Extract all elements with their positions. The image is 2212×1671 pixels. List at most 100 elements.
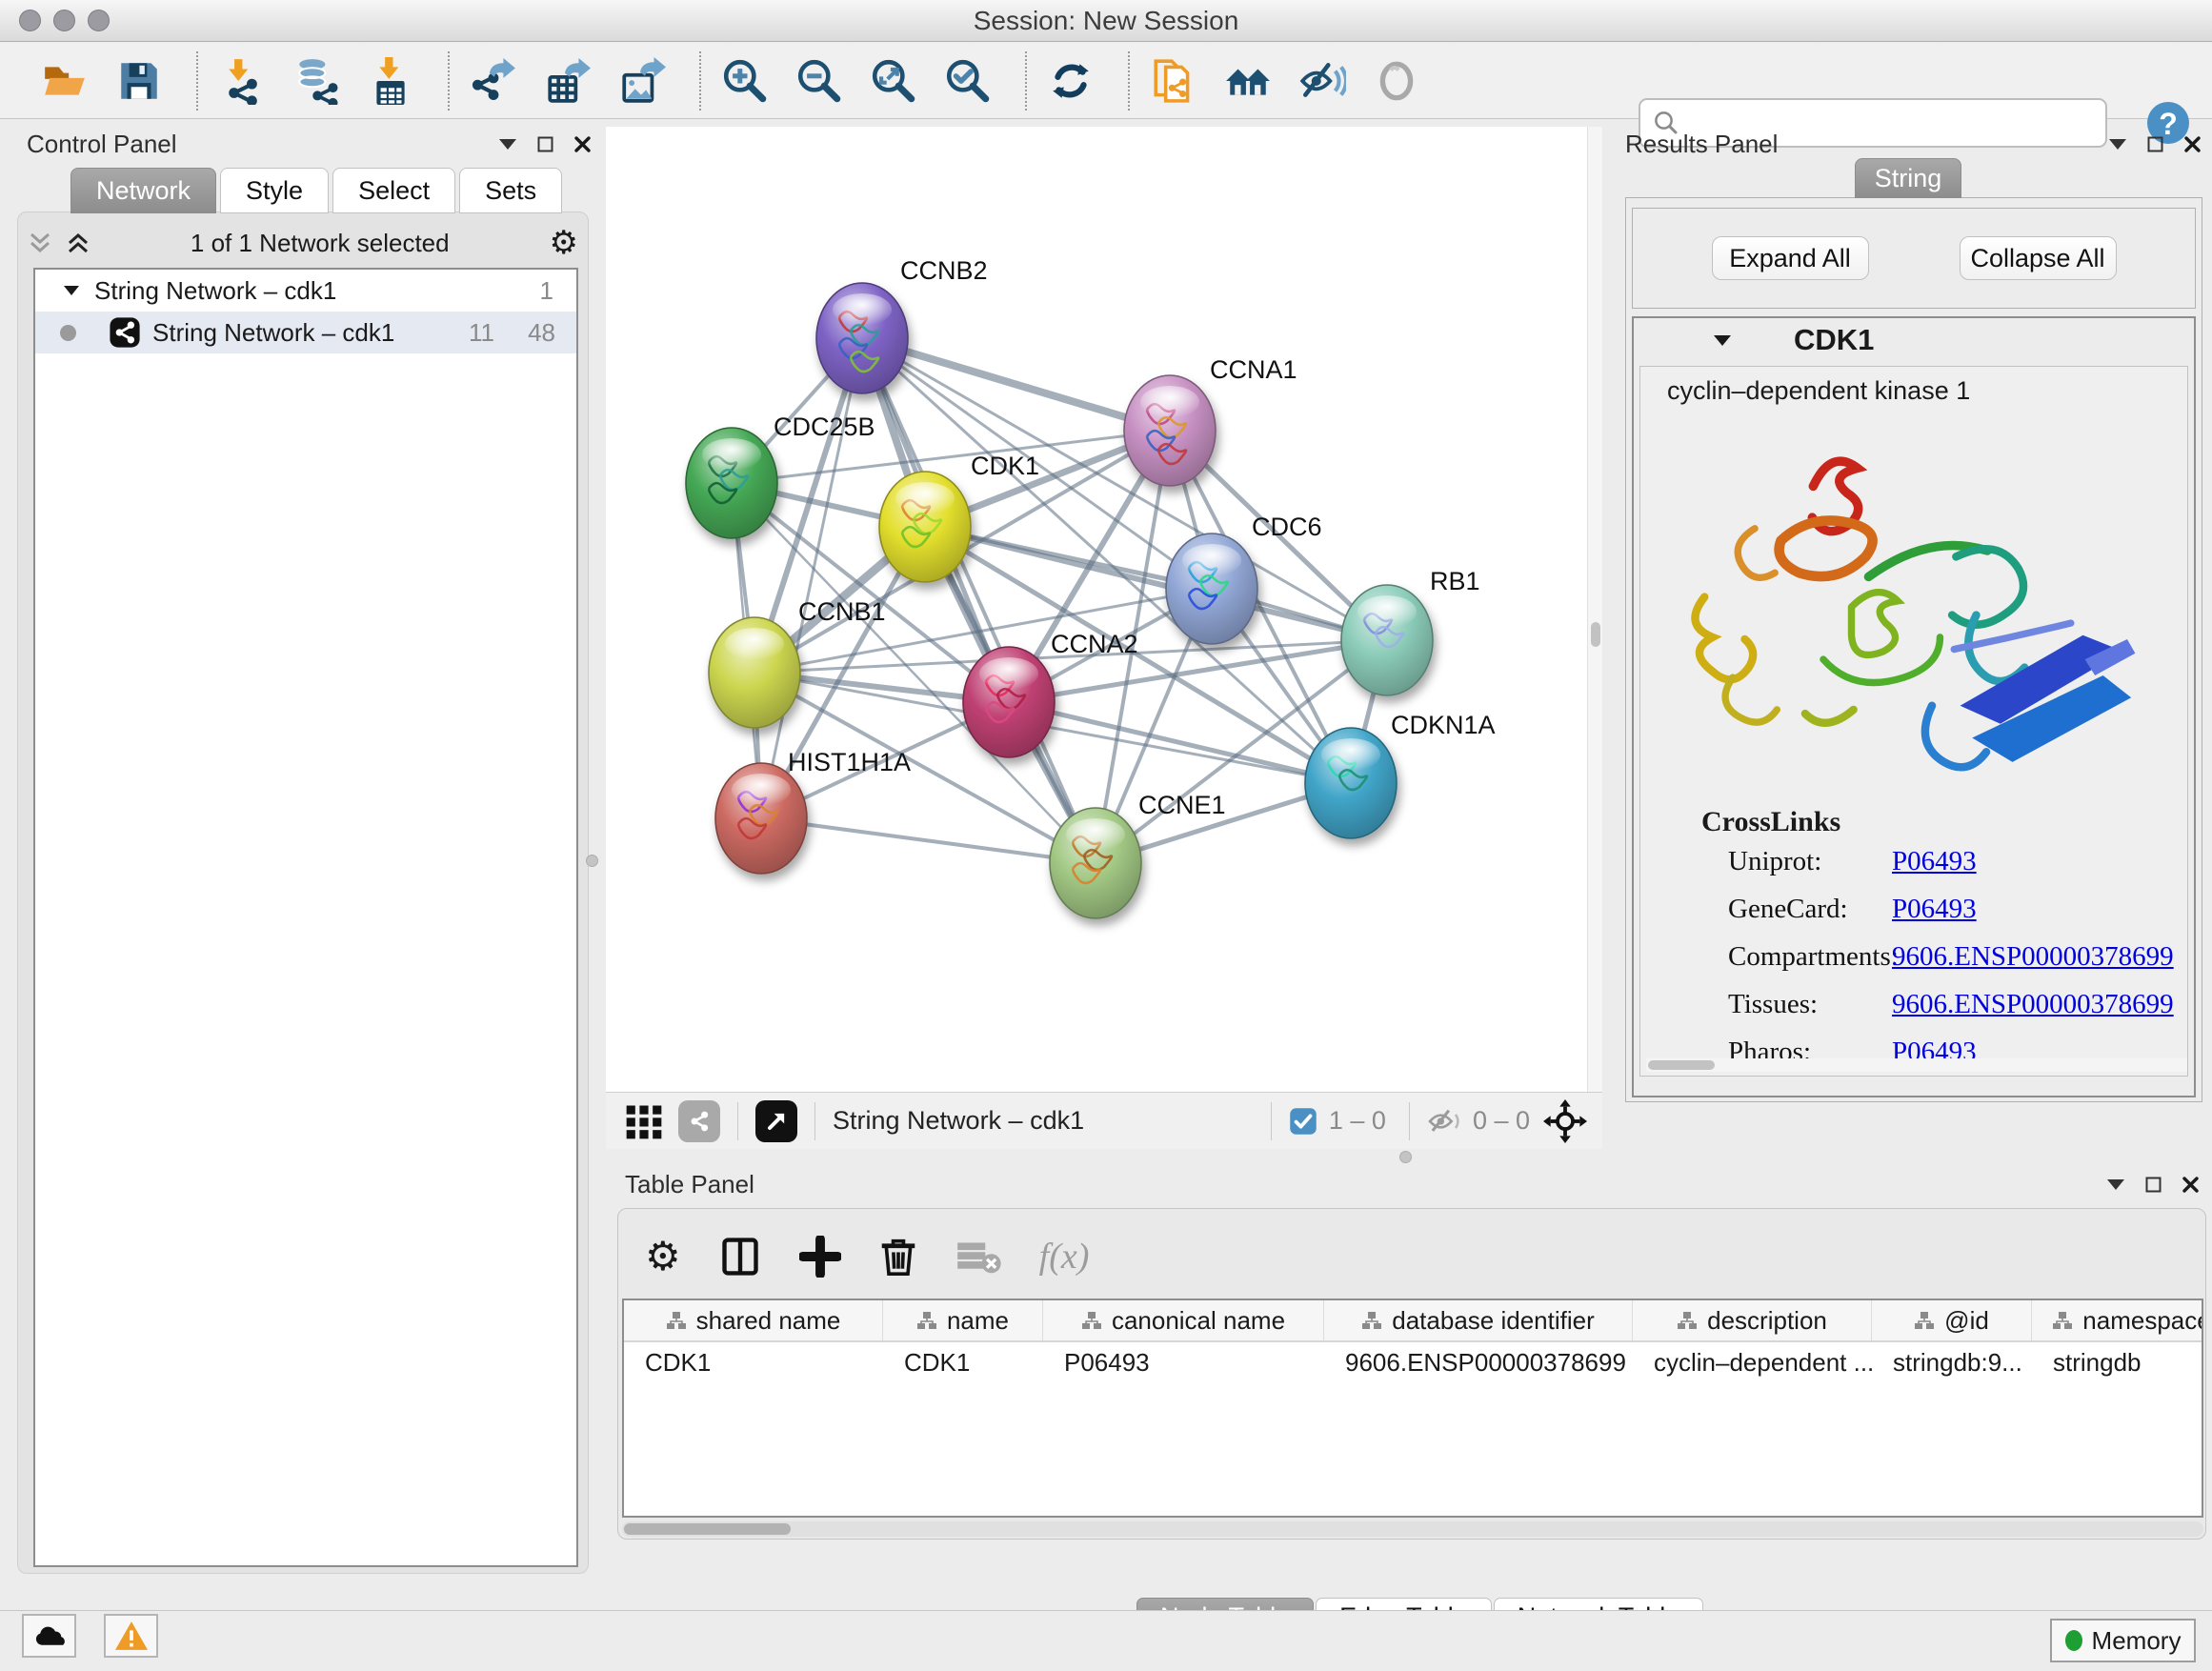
show-appearance-icon[interactable]	[1372, 56, 1421, 106]
table-row[interactable]: CDK1CDK1P064939606.ENSP00000378699cyclin…	[624, 1342, 2202, 1382]
expand-all-icon[interactable]	[66, 232, 90, 254]
save-icon[interactable]	[114, 56, 164, 106]
table-cell[interactable]: stringdb	[2032, 1342, 2203, 1382]
network-node-ccna1[interactable]	[1124, 375, 1216, 486]
crosslink-link[interactable]: P06493	[1892, 846, 1977, 877]
zoom-out-icon[interactable]	[794, 56, 844, 106]
vertical-splitter-handle[interactable]	[586, 855, 598, 867]
export-image-icon[interactable]	[617, 56, 667, 106]
zoom-fit-icon[interactable]	[869, 56, 918, 106]
network-collection-row[interactable]: String Network – cdk1 1	[35, 270, 576, 312]
column-header[interactable]: namespace	[2032, 1300, 2203, 1340]
crosslink-link[interactable]: P06493	[1892, 894, 1977, 925]
column-header[interactable]: @id	[1872, 1300, 2032, 1340]
network-row-label: String Network – cdk1	[152, 318, 394, 348]
tab-style[interactable]: Style	[220, 168, 329, 213]
horizontal-splitter-handle[interactable]	[1399, 1151, 1412, 1163]
network-row[interactable]: String Network – cdk1 11 48	[35, 312, 576, 353]
network-canvas[interactable]: CCNB2CCNA1CDC25BCDK1CDC6RB1CCNB1CCNA2CDK…	[606, 127, 1587, 1092]
panel-close-icon[interactable]	[574, 136, 591, 152]
network-node-ccnb2[interactable]	[816, 283, 908, 393]
panel-float-icon[interactable]	[2147, 136, 2163, 152]
column-header[interactable]: description	[1633, 1300, 1872, 1340]
collapse-all-button[interactable]: Collapse All	[1960, 236, 2117, 280]
network-node-ccna2[interactable]	[963, 647, 1055, 757]
add-column-icon[interactable]	[799, 1236, 841, 1278]
tree-expand-icon[interactable]	[64, 286, 79, 295]
zoom-in-icon[interactable]	[720, 56, 770, 106]
network-vertical-scrollbar[interactable]	[1587, 127, 1602, 1092]
cloud-button[interactable]	[22, 1614, 76, 1658]
grid-view-icon[interactable]	[623, 1100, 665, 1142]
toolbar-separator	[196, 51, 198, 111]
table-cell[interactable]: stringdb:9...	[1872, 1342, 2032, 1382]
table-settings-gear-icon[interactable]: ⚙	[645, 1237, 681, 1277]
column-header[interactable]: name	[883, 1300, 1043, 1340]
column-header[interactable]: database identifier	[1324, 1300, 1633, 1340]
tab-sets[interactable]: Sets	[459, 168, 562, 213]
tab-string[interactable]: String	[1855, 158, 1961, 198]
selected-checkbox-icon[interactable]	[1289, 1107, 1317, 1136]
import-network-icon[interactable]	[217, 56, 267, 106]
panel-close-icon[interactable]	[2184, 136, 2201, 152]
network-node-hist1h1a[interactable]	[715, 763, 807, 874]
table-cell[interactable]: CDK1	[624, 1342, 883, 1382]
network-node-cdc6[interactable]	[1166, 534, 1257, 644]
network-view-share-icon[interactable]	[678, 1100, 720, 1142]
memory-button[interactable]: Memory	[2050, 1619, 2196, 1662]
network-node-cdkn1a[interactable]	[1305, 728, 1397, 838]
gear-icon[interactable]: ⚙	[550, 227, 578, 259]
warning-button[interactable]	[104, 1614, 158, 1658]
show-columns-icon[interactable]	[719, 1236, 761, 1278]
card-collapse-icon[interactable]	[1714, 335, 1731, 346]
export-network-icon[interactable]	[469, 56, 518, 106]
refresh-icon[interactable]	[1046, 56, 1096, 106]
panel-float-icon[interactable]	[2145, 1177, 2162, 1193]
hide-appearance-icon[interactable]	[1297, 56, 1347, 106]
table-cell[interactable]: 9606.ENSP00000378699	[1324, 1342, 1633, 1382]
scrollbar-thumb[interactable]	[1648, 1060, 1715, 1070]
import-table-icon[interactable]	[366, 56, 415, 106]
column-header[interactable]: shared name	[624, 1300, 883, 1340]
scrollbar-thumb[interactable]	[624, 1523, 791, 1535]
zoom-selected-icon[interactable]	[943, 56, 993, 106]
string-network-graph[interactable]: CCNB2CCNA1CDC25BCDK1CDC6RB1CCNB1CCNA2CDK…	[606, 127, 1587, 1092]
table-horizontal-scrollbar[interactable]	[622, 1521, 2203, 1537]
home-networks-icon[interactable]	[1223, 56, 1273, 106]
fit-content-crosshair-icon[interactable]	[1543, 1099, 1587, 1143]
expand-all-button[interactable]: Expand All	[1712, 236, 1869, 280]
column-header[interactable]: canonical name	[1043, 1300, 1324, 1340]
import-database-icon[interactable]	[292, 56, 341, 106]
scrollbar-thumb[interactable]	[1591, 622, 1600, 647]
export-table-icon[interactable]	[543, 56, 593, 106]
open-network-file-icon[interactable]	[1149, 56, 1198, 106]
tab-network[interactable]: Network	[70, 168, 216, 213]
network-node-cdk1[interactable]	[879, 472, 971, 582]
crosslink-row: GeneCard:P06493	[1728, 894, 2187, 925]
network-node-ccne1[interactable]	[1050, 808, 1141, 918]
node-table[interactable]: shared namenamecanonical namedatabase id…	[622, 1299, 2203, 1518]
network-edge	[925, 527, 1387, 640]
table-cell[interactable]: CDK1	[883, 1342, 1043, 1382]
panel-float-icon[interactable]	[537, 136, 553, 152]
crosslink-link[interactable]: 9606.ENSP00000378699	[1892, 989, 2174, 1020]
collapse-all-icon[interactable]	[28, 232, 52, 254]
network-node-ccnb1[interactable]	[709, 617, 800, 728]
tab-select[interactable]: Select	[332, 168, 455, 213]
crosslink-link[interactable]: 9606.ENSP00000378699	[1892, 941, 2174, 973]
panel-collapse-icon[interactable]	[2107, 1179, 2124, 1190]
results-horizontal-scrollbar[interactable]	[1646, 1058, 2188, 1072]
open-folder-icon[interactable]	[40, 56, 90, 106]
collection-count: 1	[540, 276, 553, 306]
panel-collapse-icon[interactable]	[2109, 139, 2126, 150]
network-node-cdc25b[interactable]	[686, 428, 777, 538]
table-cell[interactable]: cyclin–dependent ...	[1633, 1342, 1872, 1382]
open-in-new-window-icon[interactable]	[755, 1100, 797, 1142]
main-toolbar: ?	[0, 43, 2212, 119]
panel-collapse-icon[interactable]	[499, 139, 516, 150]
protein-result-card: CDK1 cyclin–dependent kinase 1	[1632, 316, 2196, 1097]
table-cell[interactable]: P06493	[1043, 1342, 1324, 1382]
delete-column-trash-icon[interactable]	[879, 1236, 917, 1278]
panel-close-icon[interactable]	[2182, 1177, 2199, 1193]
network-node-rb1[interactable]	[1341, 585, 1433, 695]
